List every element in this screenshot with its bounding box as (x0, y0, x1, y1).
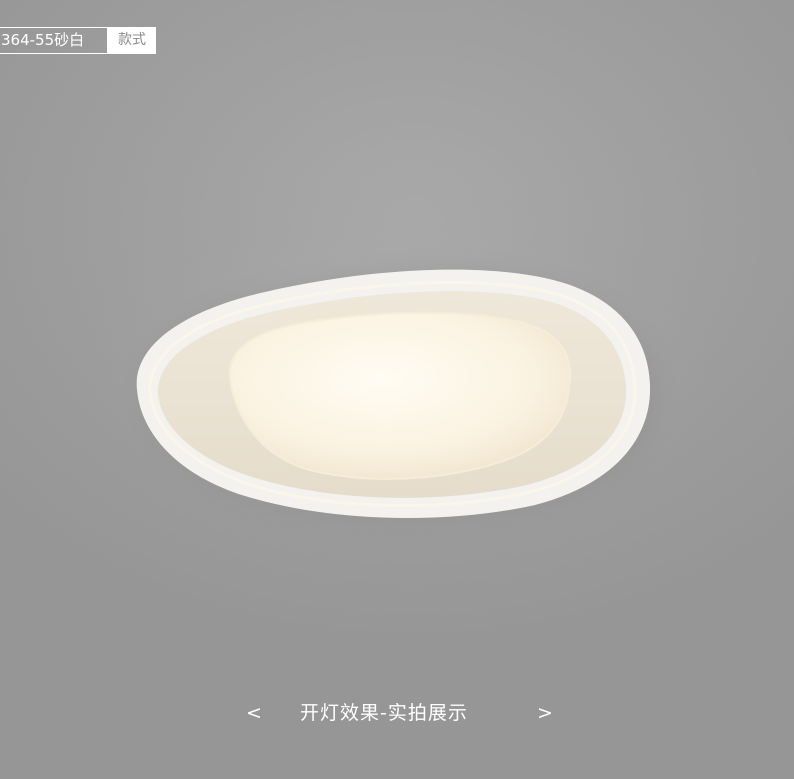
next-arrow-icon[interactable]: > (537, 700, 553, 726)
style-tag: 364-55砂白 款式 (0, 27, 156, 54)
model-code: 364-55砂白 (0, 27, 108, 54)
caption-title: 开灯效果-实拍展示 (300, 702, 468, 724)
caption-bar: < 开灯效果-实拍展示 > (0, 700, 794, 726)
product-photo (70, 170, 730, 550)
style-label: 款式 (108, 27, 156, 54)
prev-arrow-icon[interactable]: < (246, 700, 262, 726)
